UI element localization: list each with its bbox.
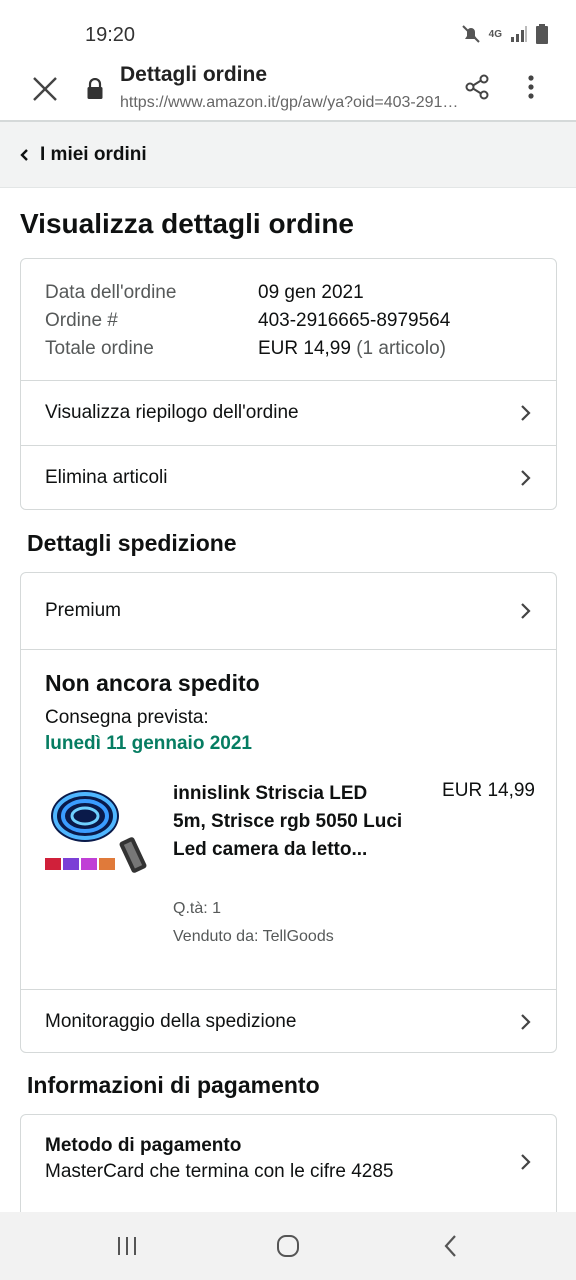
- signal-icon: [511, 26, 527, 42]
- payment-method-desc: MasterCard che termina con le cifre 4285: [45, 1161, 394, 1182]
- payment-method-link[interactable]: Metodo di pagamento MasterCard che termi…: [21, 1115, 556, 1207]
- lock-icon: [87, 78, 103, 99]
- payment-method-title: Metodo di pagamento: [45, 1135, 242, 1156]
- status-icons: 4G: [461, 24, 548, 44]
- tracking-link[interactable]: Monitoraggio della spedizione: [21, 989, 556, 1053]
- product-seller: Venduto da: TellGoods: [173, 928, 334, 945]
- chevron-right-icon: [521, 1013, 531, 1030]
- delete-items-label: Elimina articoli: [45, 466, 168, 488]
- product-image[interactable]: [45, 786, 151, 886]
- shipment-block: Non ancora spedito Consegna prevista: lu…: [21, 649, 556, 989]
- order-number-line: Ordine # 403-2916665-8979564: [45, 307, 556, 335]
- chevron-right-icon: [521, 469, 531, 486]
- battery-icon: [536, 24, 548, 44]
- payment-section-title: Informazioni di pagamento: [27, 1072, 320, 1098]
- order-info: Data dell'ordine 09 gen 2021 Ordine # 40…: [21, 259, 556, 381]
- expected-delivery-label: Consegna prevista:: [45, 707, 209, 728]
- shipping-card: Premium Non ancora spedito Consegna prev…: [20, 572, 557, 1053]
- order-total-amount: EUR 14,99: [258, 338, 351, 359]
- order-number-value: 403-2916665-8979564: [258, 310, 451, 331]
- more-options-icon[interactable]: [518, 72, 544, 102]
- order-summary-label: Visualizza riepilogo dell'ordine: [45, 402, 299, 423]
- order-number-label: Ordine #: [45, 310, 118, 331]
- back-nav-label: I miei ordini: [40, 143, 147, 165]
- chevron-right-icon: [521, 603, 531, 619]
- order-info-card: Data dell'ordine 09 gen 2021 Ordine # 40…: [20, 258, 557, 510]
- shipping-method-link[interactable]: Premium: [21, 573, 556, 649]
- status-time: 19:20: [85, 24, 136, 46]
- browser-toolbar: Dettagli ordine https://www.amazon.it/gp…: [0, 56, 576, 122]
- page-title: Visualizza dettagli ordine: [20, 208, 355, 239]
- order-date-label: Data dell'ordine: [45, 282, 177, 303]
- expected-delivery-date: lunedì 11 gennaio 2021: [45, 733, 252, 754]
- order-total-items: (1 articolo): [356, 338, 446, 359]
- order-date-line: Data dell'ordine 09 gen 2021: [45, 279, 556, 307]
- product-price: EUR 14,99: [442, 780, 535, 801]
- chevron-right-icon: [521, 405, 531, 421]
- home-icon[interactable]: [273, 1232, 303, 1260]
- order-date-value: 09 gen 2021: [258, 282, 364, 303]
- share-icon[interactable]: [462, 72, 492, 102]
- system-navigation-bar: [0, 1212, 576, 1280]
- mute-icon: [461, 25, 480, 43]
- network-label: 4G: [488, 28, 502, 40]
- chevron-left-icon: [20, 148, 28, 161]
- close-icon[interactable]: [28, 72, 62, 106]
- product-quantity: Q.tà: 1: [173, 900, 222, 917]
- status-bar: 19:20 4G: [0, 0, 576, 56]
- order-total-label: Totale ordine: [45, 338, 154, 359]
- shipment-status: Non ancora spedito: [45, 670, 260, 696]
- back-to-orders-link[interactable]: I miei ordini: [0, 122, 576, 188]
- chevron-right-icon: [521, 1154, 531, 1170]
- tracking-label: Monitoraggio della spedizione: [45, 1010, 297, 1032]
- url-bar[interactable]: https://www.amazon.it/gp/aw/ya?oid=403-2…: [120, 94, 460, 112]
- product-item: innislink Striscia LED 5m, Strisce rgb 5…: [45, 780, 535, 960]
- browser-page-title: Dettagli ordine: [120, 63, 268, 86]
- order-summary-link[interactable]: Visualizza riepilogo dell'ordine: [21, 381, 556, 445]
- delete-items-link[interactable]: Elimina articoli: [21, 445, 556, 509]
- order-total-value: EUR 14,99 (1 articolo): [258, 335, 446, 363]
- shipping-method-label: Premium: [45, 600, 122, 621]
- shipping-section-title: Dettagli spedizione: [27, 530, 237, 556]
- recent-apps-icon[interactable]: [112, 1232, 142, 1260]
- order-total-line: Totale ordine EUR 14,99 (1 articolo): [45, 335, 556, 363]
- back-icon[interactable]: [436, 1232, 466, 1260]
- product-name-link[interactable]: innislink Striscia LED 5m, Strisce rgb 5…: [173, 780, 403, 864]
